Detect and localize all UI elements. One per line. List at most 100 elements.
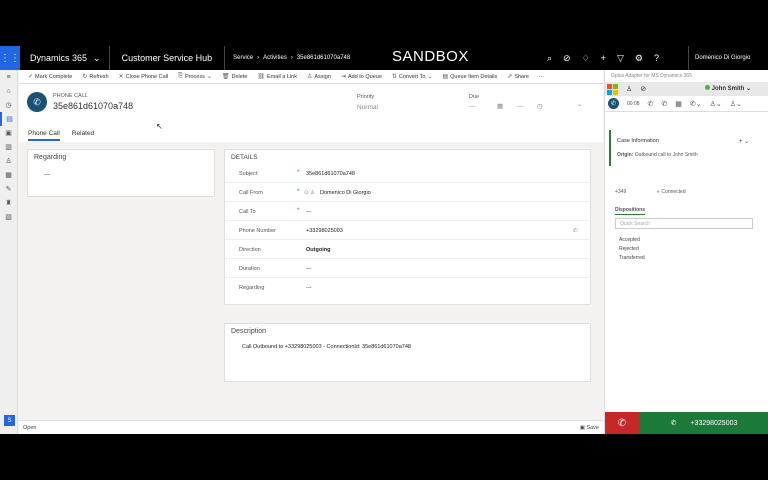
save-button[interactable]: ▣ Save bbox=[580, 425, 599, 431]
transfer-icon[interactable]: ✆ bbox=[661, 100, 667, 108]
search-icon[interactable]: ⌕ bbox=[547, 53, 552, 64]
tab-related[interactable]: Related bbox=[72, 130, 94, 141]
command-bar: ✓ Mark Complete ↻ Refresh ✕ Close Phone Cal… bbox=[19, 70, 603, 84]
process-icon: ⎘ bbox=[178, 73, 183, 79]
conference-icon[interactable]: ✆⌄ bbox=[690, 100, 702, 108]
call-from-link[interactable]: Domenico Di Giorgio bbox=[320, 190, 371, 196]
chevron-down-icon: ⌄ bbox=[93, 52, 101, 63]
mark-complete-button[interactable]: ✓ Mark Complete bbox=[23, 73, 77, 81]
chevron-down-icon: ⌄ bbox=[427, 74, 433, 80]
record-status: Open bbox=[23, 424, 37, 431]
field-phone-number[interactable]: Phone Number +33298025003 ✆ bbox=[225, 221, 590, 240]
activities-icon[interactable]: ▤ bbox=[0, 112, 17, 126]
more-commands-icon[interactable]: ··· bbox=[534, 74, 550, 80]
agent-status[interactable]: John Smith ⌄ bbox=[705, 85, 751, 92]
queues-icon[interactable]: ▥ bbox=[0, 140, 17, 154]
gear-icon[interactable]: ⚙ bbox=[635, 53, 643, 64]
close-phone-call-button[interactable]: ✕ Close Phone Call bbox=[114, 73, 174, 81]
help-icon[interactable]: ? bbox=[654, 53, 659, 63]
breadcrumb-activities[interactable]: Activities bbox=[263, 55, 287, 61]
knowledge-icon[interactable]: ▦ bbox=[0, 168, 17, 182]
breadcrumb-record: 35e861d61070a748 bbox=[296, 55, 351, 61]
disposition-rejected[interactable]: Rejected bbox=[619, 246, 639, 252]
disposition-transferred[interactable]: Transferred bbox=[619, 255, 645, 261]
do-not-disturb-icon[interactable]: ⊘ bbox=[640, 85, 646, 93]
case-add-icon[interactable]: + ⌄ bbox=[739, 138, 749, 145]
due-value[interactable]: --- bbox=[469, 103, 476, 110]
field-duration[interactable]: Duration --- bbox=[225, 259, 590, 278]
plus-icon[interactable]: + bbox=[601, 53, 606, 63]
field-direction[interactable]: Direction Outgoing bbox=[225, 240, 590, 259]
field-call-from[interactable]: Call From * ⊙ ♙ Domenico Di Giorgio bbox=[225, 183, 590, 202]
environment-label: SANDBOX bbox=[392, 48, 469, 65]
description-card: Description Call Outbound to +3329802500… bbox=[224, 323, 591, 382]
field-subject[interactable]: Subject * 35e861d61070a748 bbox=[225, 164, 590, 183]
hamburger-icon[interactable]: ≡ bbox=[0, 70, 17, 84]
due-time-value[interactable]: --- bbox=[517, 103, 524, 110]
recent-icon[interactable]: ◷ bbox=[0, 98, 17, 112]
record-title: 35e861d61070a748 bbox=[53, 101, 134, 111]
refresh-button[interactable]: ↻ Refresh bbox=[77, 73, 113, 81]
case-information: Case Information + ⌄ Origin: Outbound ca… bbox=[609, 130, 765, 166]
clock-icon[interactable]: ◷ bbox=[537, 102, 543, 110]
user-menu[interactable]: Domenico Di Giorgio bbox=[688, 46, 768, 70]
disposition-accepted[interactable]: Accepted bbox=[619, 237, 640, 243]
active-call-icon[interactable]: ✆ bbox=[608, 98, 619, 109]
priority-value[interactable]: Normal bbox=[357, 104, 378, 111]
add-party-icon[interactable]: ♙⌄ bbox=[730, 100, 742, 108]
panel-toolbar: ♙ ⊘ John Smith ⌄ bbox=[605, 82, 768, 96]
caller-number: +349 bbox=[615, 189, 627, 195]
hold-icon[interactable]: ✆ bbox=[648, 100, 654, 108]
active-call-button[interactable]: ✆ +33298025003 bbox=[639, 412, 768, 434]
regarding-value[interactable]: --- bbox=[44, 172, 50, 178]
user-name: Domenico Di Giorgio bbox=[695, 55, 751, 61]
delete-button[interactable]: 🗑 Delete bbox=[217, 73, 253, 81]
brand[interactable]: Dynamics 365 ⌄ bbox=[20, 46, 110, 70]
quick-search-input[interactable]: Quick Search bbox=[615, 218, 753, 229]
field-call-to[interactable]: Call To * --- bbox=[225, 202, 590, 221]
consult-icon[interactable]: ♙⌄ bbox=[710, 100, 722, 108]
chevron-down-icon[interactable]: ⌄ bbox=[577, 100, 582, 108]
tools-icon[interactable]: ✎ bbox=[0, 182, 17, 196]
queue-item-details-button[interactable]: ▤ Queue Item Details bbox=[437, 73, 502, 81]
keypad-icon[interactable]: ▦ bbox=[675, 100, 682, 108]
lightbulb-icon[interactable]: ♢ bbox=[582, 53, 590, 64]
field-regarding[interactable]: Regarding --- bbox=[225, 278, 590, 297]
process-button[interactable]: ⎘ Process ⌄ bbox=[173, 73, 217, 80]
reports-icon[interactable]: ▧ bbox=[0, 210, 17, 224]
chevron-right-icon: › bbox=[290, 55, 293, 61]
contacts-icon[interactable]: ♙ bbox=[0, 154, 17, 168]
dispositions-tab[interactable]: Dispositions bbox=[615, 207, 646, 215]
queue-details-icon: ▤ bbox=[442, 74, 449, 80]
check-icon: ✓ bbox=[28, 74, 34, 80]
contacts-icon[interactable]: ♙ bbox=[626, 85, 632, 93]
details-card: DETAILS Subject * 35e861d61070a748 Call … bbox=[224, 149, 591, 305]
task-flow-icon[interactable]: ⊘ bbox=[563, 53, 571, 64]
filter-icon[interactable]: ▽ bbox=[617, 53, 624, 64]
email-link-button[interactable]: ⛓ Email a Link bbox=[252, 73, 302, 81]
area-switcher-icon[interactable]: S bbox=[4, 415, 15, 426]
description-text[interactable]: Call Outbound to +33298025003 - Connecti… bbox=[242, 344, 411, 350]
brand-name: Dynamics 365 bbox=[30, 53, 88, 63]
convert-to-button[interactable]: ⇅ Convert To ⌄ bbox=[387, 73, 438, 81]
app-launcher-icon[interactable]: ⋮⋮ bbox=[0, 46, 20, 70]
phone-icon[interactable]: ✆ bbox=[573, 228, 578, 234]
record-tabs: Phone Call Related bbox=[28, 130, 94, 141]
breadcrumb-service[interactable]: Service bbox=[233, 55, 253, 61]
close-icon: ✕ bbox=[118, 74, 124, 80]
regarding-card: Regarding --- bbox=[27, 149, 215, 197]
hangup-icon: ✆ bbox=[617, 417, 627, 429]
add-to-queue-button[interactable]: ⇥ Add to Queue bbox=[336, 73, 387, 81]
home-icon[interactable]: ⌂ bbox=[0, 84, 17, 98]
accounts-icon[interactable]: ♜ bbox=[0, 196, 17, 210]
assign-button[interactable]: ♙ Assign bbox=[302, 73, 336, 81]
app-name[interactable]: Customer Service Hub bbox=[110, 46, 226, 70]
lookup-icon: ⊙ ♙ bbox=[304, 190, 316, 196]
windows-logo-icon[interactable] bbox=[607, 83, 618, 95]
cases-icon[interactable]: ▣ bbox=[0, 126, 17, 140]
gplus-adapter-panel: Gplus Adapter for MS Dynamics 365 ♙ ⊘ Jo… bbox=[604, 70, 768, 434]
share-button[interactable]: ⇗ Share bbox=[502, 73, 534, 81]
calendar-icon[interactable]: ▦ bbox=[497, 102, 503, 110]
hangup-button[interactable]: ✆ bbox=[605, 412, 639, 434]
tab-phone-call[interactable]: Phone Call bbox=[28, 130, 60, 141]
